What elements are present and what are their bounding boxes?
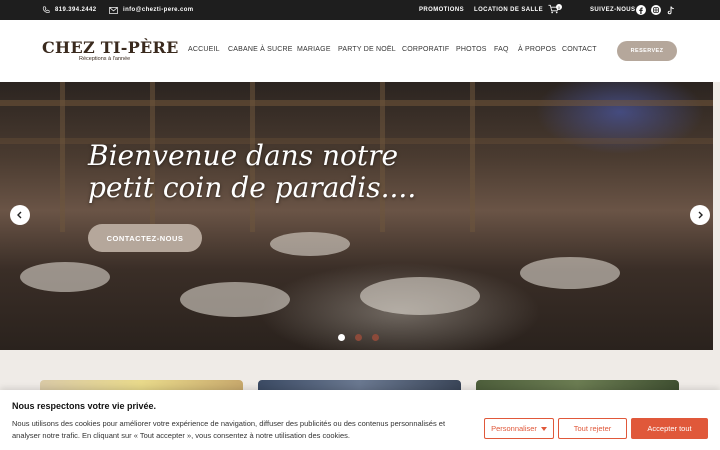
site-logo[interactable]: CHEZ TI-PÈRE — [42, 38, 179, 57]
room-rental-link[interactable]: LOCATION DE SALLE — [474, 0, 543, 20]
nav-item-party-de-noel[interactable]: PARTY DE NOËL — [338, 46, 396, 53]
phone-number: 819.394.2442 — [55, 7, 97, 13]
promotions-link[interactable]: PROMOTIONS — [419, 0, 464, 20]
social-links — [636, 0, 676, 20]
reject-all-button[interactable]: Tout rejeter — [558, 418, 627, 439]
accept-all-button[interactable]: Accepter tout — [631, 418, 708, 439]
caret-down-icon — [540, 426, 547, 431]
top-bar: 819.394.2442 info@chezti-pere.com PROMOT… — [0, 0, 720, 20]
slider-next-button[interactable] — [690, 205, 710, 225]
phone-link[interactable]: 819.394.2442 — [42, 0, 97, 20]
nav-item-contact[interactable]: CONTACT — [562, 46, 597, 53]
chevron-right-icon — [696, 206, 704, 224]
nav-item-photos[interactable]: PHOTOS — [456, 46, 487, 53]
customize-button[interactable]: Personnaliser — [484, 418, 554, 439]
slider-dots — [338, 334, 379, 341]
hero-slider: Bienvenue dans notre petit coin de parad… — [0, 82, 713, 350]
nav-item-mariage[interactable]: MARIAGE — [297, 46, 331, 53]
cookie-title: Nous respectons votre vie privée. — [12, 401, 157, 411]
facebook-icon[interactable] — [636, 5, 646, 15]
nav-item-a-propos[interactable]: À PROPOS — [518, 46, 556, 53]
nav-item-accueil[interactable]: ACCUEIL — [188, 46, 220, 53]
hero-title-line1: Bienvenue dans notre — [88, 139, 399, 172]
follow-us-label: SUIVEZ-NOUS — [590, 7, 636, 13]
cookie-text: Nous utilisons des cookies pour améliore… — [12, 419, 446, 440]
nav-item-faq[interactable]: FAQ — [494, 46, 509, 53]
slider-dot[interactable] — [338, 334, 345, 341]
instagram-icon[interactable] — [651, 5, 661, 15]
slider-dot[interactable] — [355, 334, 362, 341]
phone-icon — [42, 6, 50, 14]
slider-prev-button[interactable] — [10, 205, 30, 225]
chevron-left-icon — [16, 206, 24, 224]
email-address: info@chezti-pere.com — [123, 7, 194, 13]
nav-item-corporatif[interactable]: CORPORATIF — [402, 46, 449, 53]
reserve-button[interactable]: RESERVEZ — [617, 41, 677, 61]
slider-dot[interactable] — [372, 334, 379, 341]
hero-title-line2: petit coin de paradis.... — [88, 171, 417, 204]
contact-us-button[interactable]: CONTACTEZ-NOUS — [88, 224, 202, 252]
cart-count-badge: 0 — [556, 4, 562, 10]
nav-item-cabane-a-sucre[interactable]: CABANE À SUCRE — [228, 46, 293, 53]
cookie-consent-banner: Nous respectons votre vie privée. Nous u… — [0, 390, 720, 450]
site-tagline: Réceptions à l'année — [79, 56, 131, 62]
email-link[interactable]: info@chezti-pere.com — [109, 0, 194, 20]
mail-icon — [109, 6, 118, 14]
tiktok-icon[interactable] — [666, 5, 676, 15]
cart-button[interactable] — [548, 0, 559, 20]
customize-label: Personnaliser — [491, 424, 537, 433]
